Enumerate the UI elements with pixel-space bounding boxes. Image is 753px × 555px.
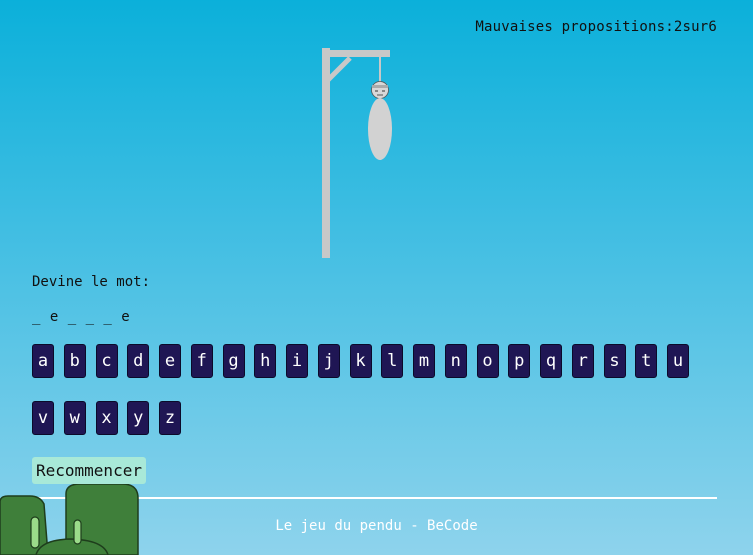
letter-key-c[interactable]: c — [95, 344, 118, 378]
letter-key-z[interactable]: z — [159, 401, 181, 435]
letter-key-h[interactable]: h — [254, 344, 277, 378]
letter-key-o[interactable]: o — [476, 344, 499, 378]
letter-key-f[interactable]: f — [190, 344, 213, 378]
letter-key-y[interactable]: y — [127, 401, 150, 435]
letter-key-w[interactable]: w — [63, 401, 86, 435]
letter-key-s[interactable]: s — [603, 344, 626, 378]
hangman-head — [371, 81, 389, 99]
letter-key-j[interactable]: j — [317, 344, 340, 378]
letter-key-b[interactable]: b — [63, 344, 86, 378]
cactus-decor-icon — [0, 484, 139, 555]
word-display: _ e _ _ _ e — [32, 309, 131, 325]
wrong-guesses-counter: Mauvaises propositions:2sur6 — [475, 19, 717, 35]
letter-key-a[interactable]: a — [32, 344, 54, 378]
letter-key-x[interactable]: x — [95, 401, 118, 435]
letter-key-q[interactable]: q — [540, 344, 562, 378]
gallows-beam — [322, 50, 390, 57]
letter-key-t[interactable]: t — [635, 344, 658, 378]
gallows-icon — [322, 48, 392, 258]
letter-key-n[interactable]: n — [444, 344, 467, 378]
restart-button[interactable]: Recommencer — [32, 457, 146, 484]
letter-key-v[interactable]: v — [32, 401, 54, 435]
letter-key-m[interactable]: m — [413, 344, 435, 378]
letter-key-u[interactable]: u — [667, 344, 689, 378]
gallows-brace — [326, 56, 352, 82]
letter-key-r[interactable]: r — [571, 344, 594, 378]
letter-key-d[interactable]: d — [127, 344, 150, 378]
letter-key-p[interactable]: p — [508, 344, 531, 378]
letter-key-l[interactable]: l — [381, 344, 404, 378]
letter-key-i[interactable]: i — [286, 344, 308, 378]
letter-key-k[interactable]: k — [349, 344, 372, 378]
letter-key-e[interactable]: e — [159, 344, 181, 378]
letter-key-g[interactable]: g — [222, 344, 245, 378]
word-prompt: Devine le mot: — [32, 274, 151, 290]
hangman-figure-icon — [368, 81, 392, 160]
hangman-body — [368, 98, 392, 160]
